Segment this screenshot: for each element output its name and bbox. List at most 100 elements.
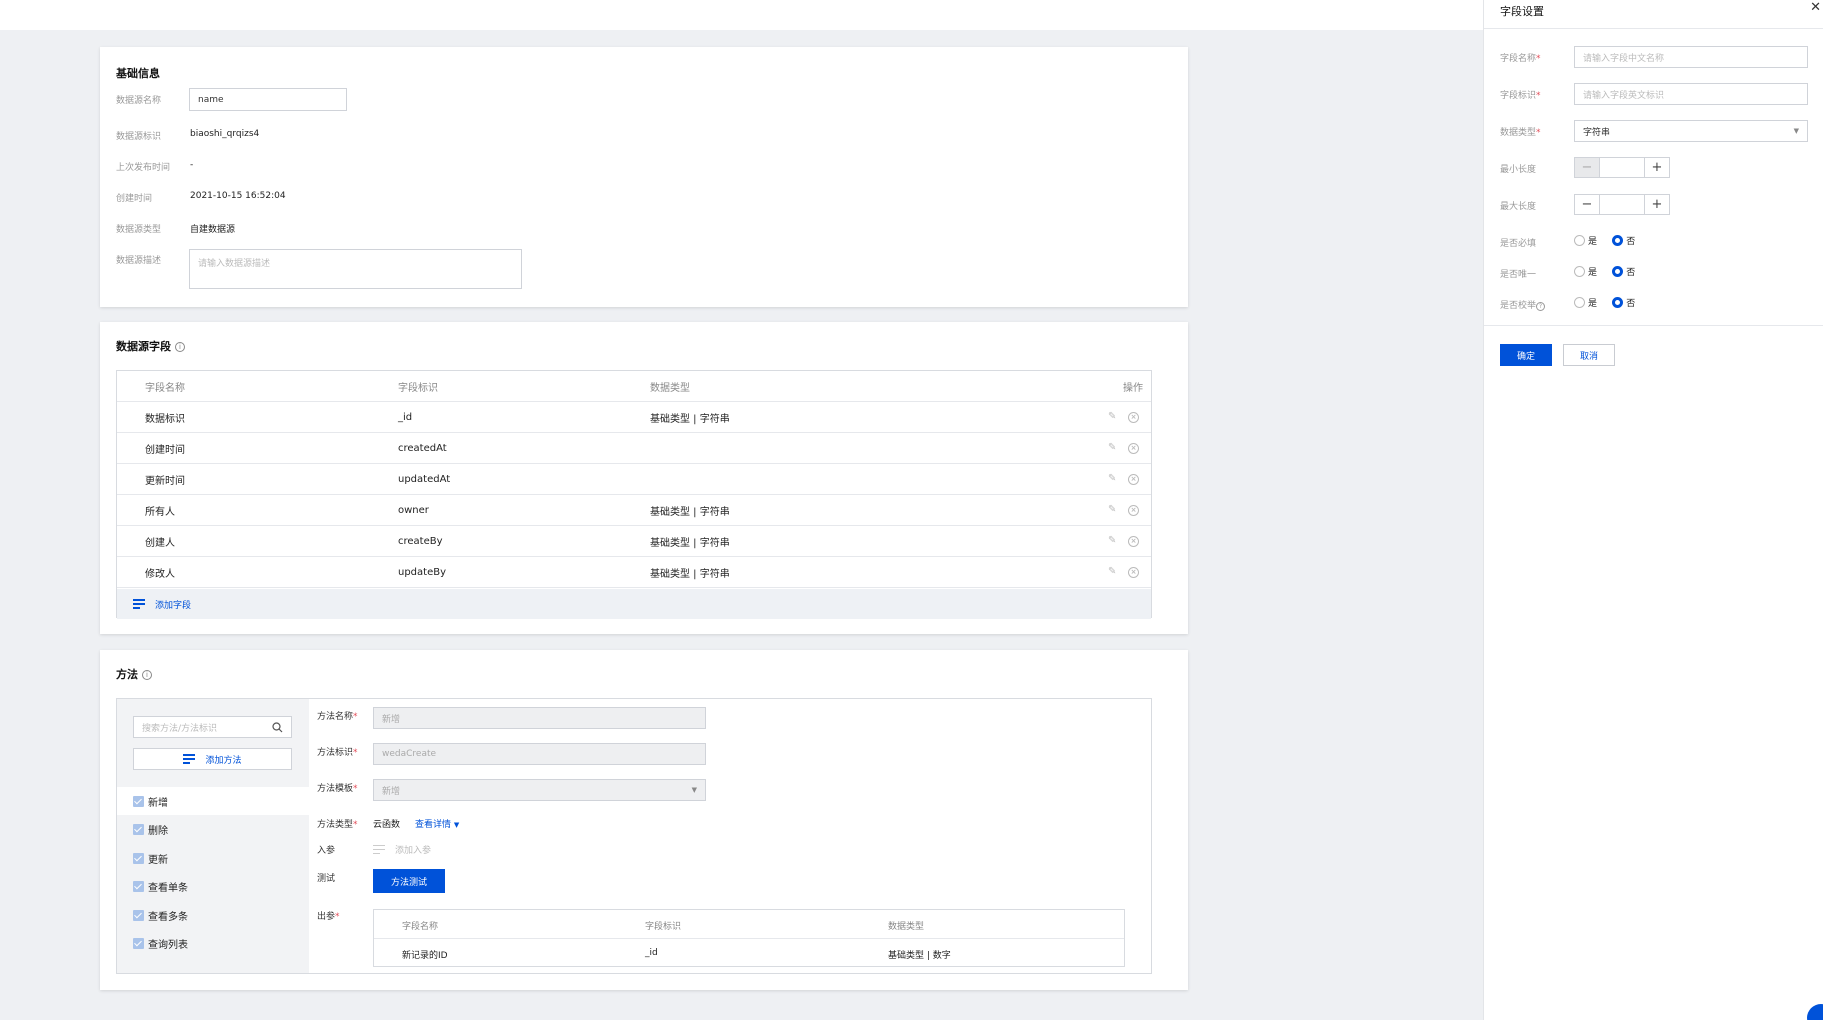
row-actions: ✎ × (1108, 473, 1139, 485)
method-list-item[interactable]: 更新 (117, 844, 309, 872)
field-id-input[interactable]: 请输入字段英文标识 (1574, 83, 1808, 105)
data-type-value: 字符串 (1583, 127, 1611, 138)
plus-icon[interactable]: + (1645, 195, 1669, 214)
method-list-item[interactable]: 新增 (117, 787, 309, 815)
method-list-item[interactable]: 查看单条 (117, 873, 309, 901)
radio-no-label: 否 (1626, 299, 1636, 309)
edit-icon[interactable]: ✎ (1108, 412, 1118, 422)
out-col-type: 数据类型 (888, 922, 925, 932)
search-icon[interactable] (272, 721, 283, 733)
field-name-cell: 修改人 (145, 568, 175, 580)
radio-no-label: 否 (1626, 237, 1636, 247)
required-yes-radio[interactable] (1574, 235, 1585, 246)
info-icon[interactable]: i (175, 342, 185, 352)
ds-desc-label: 数据源描述 (116, 256, 162, 266)
radio-no-label: 否 (1626, 268, 1636, 278)
params-label: 入参 (317, 846, 336, 856)
checkbox-icon[interactable] (133, 824, 144, 835)
method-item-label: 新增 (148, 797, 168, 809)
edit-icon[interactable]: ✎ (1108, 443, 1118, 453)
check-no-radio[interactable] (1612, 297, 1624, 308)
minus-icon[interactable]: − (1575, 158, 1599, 177)
out-col-id: 字段标识 (645, 922, 682, 932)
field-name-cell: 所有人 (145, 506, 175, 518)
ds-type-label: 数据源类型 (116, 225, 162, 235)
max-length-stepper[interactable]: − + (1574, 194, 1670, 215)
method-list-item[interactable]: 查看多条 (117, 901, 309, 929)
row-actions: ✎ × (1108, 535, 1139, 547)
field-id-cell: updateBy (398, 566, 447, 578)
confirm-button[interactable]: 确定 (1500, 344, 1552, 366)
created-label: 创建时间 (116, 194, 153, 204)
caret-down-icon: ▼ (453, 821, 460, 829)
method-test-button[interactable]: 方法测试 (373, 869, 445, 893)
method-template-select[interactable]: 新增 ▼ (373, 779, 706, 801)
test-label: 测试 (317, 874, 336, 884)
close-icon[interactable]: ✕ (1810, 0, 1821, 15)
help-icon[interactable]: ? (1536, 302, 1546, 311)
radio-yes-label: 是 (1588, 237, 1598, 247)
radio-yes-label: 是 (1588, 268, 1598, 278)
fields-card: 数据源字段 i 字段名称 字段标识 数据类型 操作 数据标识 _id 基础类型 | 字… (100, 322, 1188, 634)
table-row: 创建时间 createdAt ✎ × (117, 433, 1151, 464)
output-label: 出参* (317, 912, 340, 922)
delete-icon[interactable]: × (1128, 411, 1139, 423)
output-table: 字段名称 字段标识 数据类型 新记录的ID _id 基础类型 | 数字 (373, 909, 1125, 967)
checkbox-icon[interactable] (133, 881, 144, 892)
method-name-input[interactable]: 新增 (373, 707, 706, 729)
min-length-stepper[interactable]: − + (1574, 157, 1670, 178)
plus-icon[interactable]: + (1645, 158, 1669, 177)
method-id-input[interactable]: wedaCreate (373, 743, 706, 765)
check-yes-radio[interactable] (1574, 297, 1585, 308)
view-details-link[interactable]: 查看详情 ▼ (415, 817, 459, 830)
methods-title: 方法 i (116, 666, 152, 682)
field-name-cell: 创建时间 (145, 444, 185, 456)
edit-icon[interactable]: ✎ (1108, 505, 1118, 515)
unique-yes-radio[interactable] (1574, 266, 1585, 277)
data-type-select[interactable]: 字符串 ▼ (1574, 120, 1808, 142)
info-icon[interactable]: i (142, 670, 152, 680)
checkbox-icon[interactable] (133, 909, 144, 921)
method-list-item[interactable]: 查询列表 (117, 930, 309, 958)
add-list-icon (183, 754, 196, 764)
row-actions: ✎ × (1108, 442, 1139, 454)
minus-icon[interactable]: − (1575, 195, 1599, 214)
ds-id-value: biaoshi_qrqizs4 (190, 129, 260, 139)
ds-desc-textarea[interactable]: 请输入数据源描述 (189, 249, 522, 289)
edit-icon[interactable]: ✎ (1108, 567, 1118, 577)
delete-icon[interactable]: × (1128, 535, 1139, 547)
help-fab[interactable] (1807, 1004, 1823, 1020)
field-name-input[interactable]: 请输入字段中文名称 (1574, 46, 1808, 68)
col-data-type: 数据类型 (650, 382, 690, 394)
add-method-button[interactable]: 添加方法 (133, 748, 292, 770)
add-field-button[interactable]: 添加字段 (117, 589, 1151, 619)
row-actions: ✎ × (1108, 504, 1139, 516)
edit-icon[interactable]: ✎ (1108, 536, 1118, 546)
basic-info-card: 基础信息 数据源名称 name 数据源标识 biaoshi_qrqizs4 上次… (100, 47, 1188, 307)
edit-icon[interactable]: ✎ (1108, 474, 1118, 484)
checkbox-icon[interactable] (133, 852, 144, 864)
required-radio-group: 是 否 (1574, 234, 1647, 247)
delete-icon[interactable]: × (1128, 473, 1139, 485)
method-list-item[interactable]: 删除 (117, 816, 309, 844)
delete-icon[interactable]: × (1128, 442, 1139, 454)
field-name-cell: 更新时间 (145, 475, 185, 487)
delete-icon[interactable]: × (1128, 566, 1139, 578)
field-id-cell: createdAt (398, 442, 447, 454)
method-search-input[interactable]: 搜索方法/方法标识 (133, 716, 292, 738)
required-label: 是否必填 (1500, 239, 1537, 249)
cancel-button[interactable]: 取消 (1563, 344, 1615, 366)
out-cell-id: _id (645, 948, 658, 958)
created-value: 2021-10-15 16:52:04 (190, 191, 286, 201)
checkbox-icon[interactable] (133, 938, 144, 949)
field-type-cell: 基础类型 | 字符串 (650, 413, 730, 425)
min-length-input[interactable] (1599, 158, 1645, 177)
unique-radio-group: 是 否 (1574, 265, 1647, 278)
delete-icon[interactable]: × (1128, 504, 1139, 516)
ds-name-input[interactable]: name (189, 88, 347, 111)
checkbox-icon[interactable] (133, 795, 144, 807)
unique-no-radio[interactable] (1612, 266, 1624, 277)
max-length-input[interactable] (1599, 195, 1645, 214)
required-no-radio[interactable] (1612, 235, 1624, 246)
add-param-button[interactable]: 添加入参 (373, 843, 431, 856)
